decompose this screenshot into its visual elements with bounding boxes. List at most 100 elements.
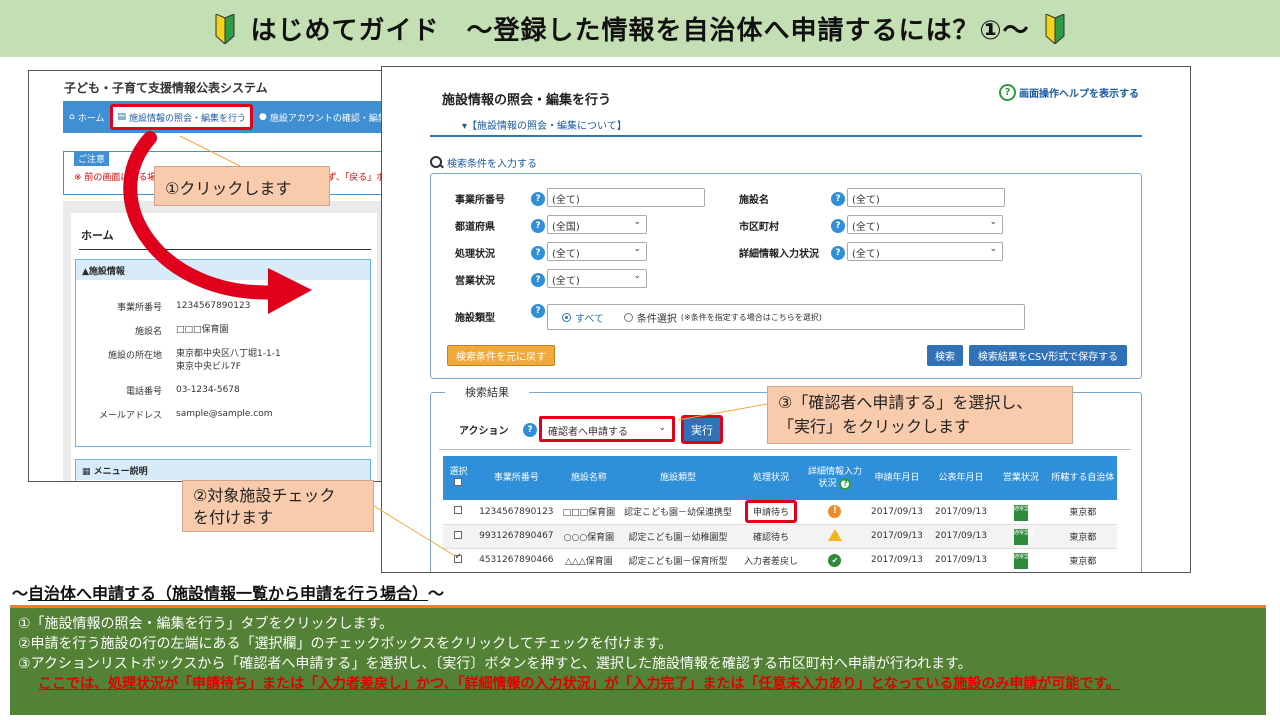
- home-heading: ホーム: [81, 229, 114, 242]
- about-link[interactable]: ▾【施設情報の照会・編集について】: [462, 117, 627, 132]
- address-line-2: 東京中央ビル7F: [176, 362, 241, 372]
- col-detail-status[interactable]: 詳細情報入力状況 ?: [805, 456, 865, 500]
- business-status-badge: 通常営業: [1013, 529, 1034, 545]
- action-select[interactable]: 確認者へ申請する ⌄: [539, 416, 675, 442]
- callout-step1: ①クリックします: [154, 166, 330, 206]
- alert-icon: !: [828, 505, 842, 519]
- cell-detail-status: ✔: [805, 548, 865, 572]
- help-icon[interactable]: ?: [531, 304, 545, 318]
- help-icon[interactable]: ?: [531, 246, 545, 260]
- action-label: アクション: [459, 426, 509, 437]
- beginner-mark-icon: [215, 13, 235, 44]
- cell-facility-name-link[interactable]: □□□保育園: [558, 500, 620, 525]
- help-icon[interactable]: ?: [831, 246, 845, 260]
- info-value: 1234567890123: [176, 301, 251, 311]
- row-checkbox[interactable]: [454, 506, 463, 515]
- info-row: 電話番号 03-1234-5678: [76, 384, 372, 397]
- search-icon: [430, 155, 444, 170]
- warning-icon: [827, 528, 842, 541]
- status-label: 処理状況: [455, 249, 495, 260]
- chevron-down-icon: ⌄: [633, 217, 641, 227]
- cell-detail-status: [805, 524, 865, 549]
- cell-office-no: 9931267890467: [473, 524, 559, 549]
- detail-status-select-value: (全て): [852, 249, 880, 260]
- cell-status: 入力者差戻し: [736, 548, 806, 572]
- page-title: 施設情報の照会・編集を行う: [442, 93, 612, 108]
- menu-description-label: メニュー説明: [93, 467, 148, 477]
- col-applied-date[interactable]: 申請年月日: [864, 456, 929, 500]
- cell-municipality: 東京都: [1048, 548, 1117, 572]
- search-button[interactable]: 検索: [927, 345, 963, 366]
- facility-name-label: 施設名: [739, 195, 769, 206]
- info-key: メールアドレス: [98, 411, 162, 421]
- col-business-status[interactable]: 営業状況: [993, 456, 1049, 500]
- help-icon[interactable]: ?: [831, 192, 845, 206]
- nav-tab-facility-info[interactable]: ▤ 施設情報の照会・編集を行う: [110, 104, 253, 130]
- instruction-note: ここでは、処理状況が「申請待ち」または「入力者差戻し」かつ、「詳細情報の入力状況…: [38, 676, 1120, 692]
- business-status-badge: 通常営業: [1013, 504, 1034, 521]
- facility-search-screenshot: 施設情報の照会・編集を行う ▾【施設情報の照会・編集について】 ? 画面操作ヘル…: [381, 66, 1191, 573]
- cell-status: 申請待ち: [736, 500, 806, 525]
- city-select[interactable]: (全て) ⌄: [847, 215, 1003, 234]
- help-link[interactable]: ? 画面操作ヘルプを表示する: [999, 84, 1139, 101]
- instruction-step3: ③アクションリストボックスから「確認者へ申請する」を選択し、〔実行〕ボタンを押す…: [18, 656, 972, 672]
- business-label: 営業状況: [455, 276, 495, 287]
- facility-type-radio-group: すべて 条件選択 (※条件を指定する場合はこちらを選択): [547, 304, 1025, 330]
- col-published-date[interactable]: 公表年月日: [928, 456, 993, 500]
- row-checkbox-checked[interactable]: [454, 552, 463, 563]
- help-icon[interactable]: ?: [531, 273, 545, 287]
- radio-condition[interactable]: [623, 312, 633, 322]
- csv-export-button[interactable]: 検索結果をCSV形式で保存する: [969, 345, 1127, 366]
- execute-button[interactable]: 実行: [681, 415, 723, 444]
- callout-step2: ②対象施設チェック を付けます: [182, 480, 374, 532]
- chevron-down-icon: ⌄: [989, 244, 997, 254]
- facility-name-input[interactable]: (全て): [847, 188, 1005, 207]
- radio-all[interactable]: [562, 312, 571, 322]
- cell-office-no: 4531267890466: [473, 548, 559, 572]
- help-icon[interactable]: ?: [831, 219, 845, 233]
- notice-tag: ご注意: [74, 151, 110, 166]
- document-icon: ▤: [117, 112, 126, 122]
- col-municipality[interactable]: 所轄する自治体: [1048, 456, 1117, 500]
- help-icon[interactable]: ?: [531, 192, 545, 206]
- nav-tab-facility-info-label: 施設情報の照会・編集を行う: [128, 113, 246, 124]
- cell-facility-type: 認定こども園－保育所型: [619, 548, 737, 572]
- prefecture-select[interactable]: (全国) ⌄: [547, 215, 647, 234]
- col-status[interactable]: 処理状況: [736, 456, 806, 500]
- help-icon[interactable]: ?: [523, 423, 537, 437]
- nav-tab-account[interactable]: ● 施設アカウントの確認・編集を行: [253, 111, 383, 124]
- cell-office-no: 1234567890123: [473, 500, 559, 525]
- cell-municipality: 東京都: [1048, 524, 1117, 549]
- facility-info-header-label: 施設情報: [88, 267, 125, 277]
- search-toggle[interactable]: 検索条件を入力する: [430, 155, 537, 170]
- guide-banner: はじめてガイド ～登録した情報を自治体へ申請するには？①～: [0, 0, 1280, 57]
- detail-status-select[interactable]: (全て) ⌄: [847, 242, 1003, 261]
- col-select[interactable]: 選択: [443, 456, 474, 500]
- help-link-label: 画面操作ヘルプを表示する: [1019, 89, 1139, 100]
- col-facility-type[interactable]: 施設類型: [619, 456, 737, 500]
- divider: [79, 249, 371, 250]
- status-select-value: (全て): [552, 249, 580, 260]
- action-select-value: 確認者へ申請する: [548, 427, 628, 438]
- office-no-input[interactable]: (全て): [547, 188, 705, 207]
- cell-facility-name-link[interactable]: △△△保育園: [558, 548, 620, 572]
- row-checkbox[interactable]: [454, 530, 463, 539]
- help-icon[interactable]: ?: [531, 219, 545, 233]
- business-select[interactable]: (全て) ⌄: [547, 269, 647, 288]
- reset-conditions-button[interactable]: 検索条件を元に戻す: [447, 345, 555, 366]
- col-facility-name[interactable]: 施設名称: [558, 456, 620, 500]
- business-select-value: (全て): [552, 276, 580, 287]
- info-key: 施設の所在地: [107, 351, 162, 361]
- cell-business-status: 通常営業: [993, 524, 1049, 549]
- chevron-down-icon: ⌄: [989, 217, 997, 227]
- info-value: 03-1234-5678: [176, 385, 240, 395]
- cell-facility-name-link[interactable]: ○○○保育園: [558, 524, 620, 549]
- select-all-checkbox[interactable]: [454, 478, 463, 486]
- help-icon: ?: [999, 84, 1016, 101]
- status-select[interactable]: (全て) ⌄: [547, 242, 647, 261]
- table-row: 4531267890466 △△△保育園 認定こども園－保育所型 入力者差戻し …: [443, 548, 1117, 572]
- nav-tab-home[interactable]: ⌂ ホーム: [63, 111, 110, 124]
- col-office-no[interactable]: 事業所番号: [473, 456, 559, 500]
- callout-step3-line2: 「実行」をクリックします: [778, 417, 971, 436]
- radio-all-label: すべて: [575, 313, 604, 325]
